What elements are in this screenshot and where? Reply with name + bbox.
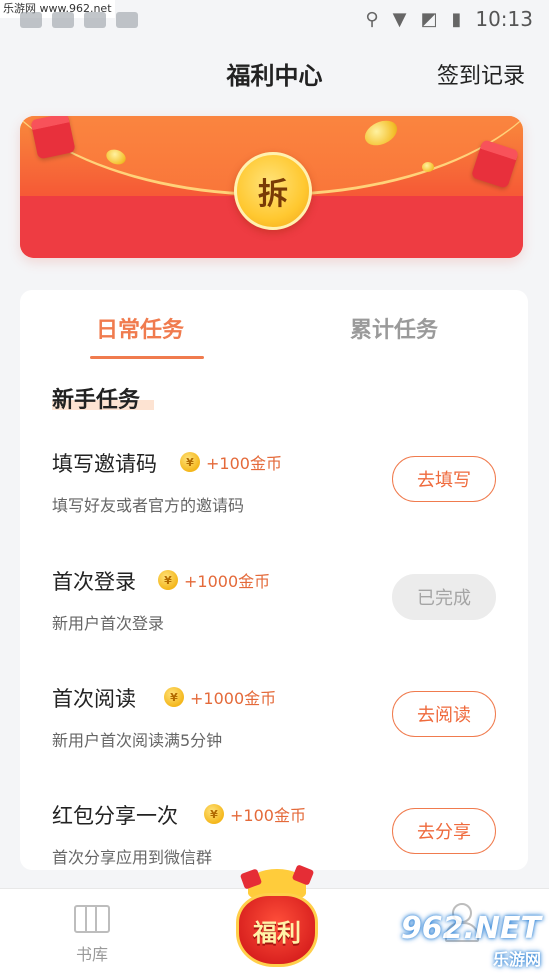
reward-amount: +1000金币 <box>190 689 277 708</box>
nav-label-library: 书库 <box>75 945 108 964</box>
section-title-text: 新手任务 <box>52 388 141 413</box>
reward-amount: +100金币 <box>230 806 306 825</box>
task-row: 首次阅读 ¥ +1000金币 新用户首次阅读满5分钟 去阅读 <box>20 683 528 783</box>
books-icon <box>74 905 110 933</box>
active-tab-indicator <box>90 356 204 359</box>
bottom-nav: 书库 福利 962.NET 乐游网 <box>0 864 549 976</box>
reward-amount: +1000金币 <box>184 572 271 591</box>
nav-item-library[interactable]: 书库 <box>60 905 124 965</box>
task-name: 首次阅读 <box>52 687 136 711</box>
coin-icon: ¥ <box>164 687 184 707</box>
task-row: 填写邀请码 ¥ +100金币 填写好友或者官方的邀请码 去填写 <box>20 448 528 548</box>
completed-button[interactable]: 已完成 <box>392 574 496 620</box>
task-reward: ¥ +100金币 <box>180 450 282 474</box>
tab-daily-tasks[interactable]: 日常任务 <box>96 312 184 344</box>
fill-invite-code-button[interactable]: 去填写 <box>392 456 496 502</box>
notification-icon <box>20 12 42 28</box>
no-signal-icon: ◩ <box>420 8 438 30</box>
page-header: 福利中心 签到记录 <box>0 44 549 104</box>
watermark-logo: 962.NET 乐游网 <box>401 911 541 970</box>
task-description: 新用户首次登录 <box>52 614 165 633</box>
notification-icon <box>84 12 106 28</box>
notification-icon <box>116 12 138 28</box>
reward-amount: +100金币 <box>206 454 282 473</box>
red-packet-banner[interactable]: 拆 <box>20 116 523 258</box>
task-name: 首次登录 <box>52 570 136 594</box>
go-share-button[interactable]: 去分享 <box>392 808 496 854</box>
checkin-records-link[interactable]: 签到记录 <box>437 58 525 90</box>
task-name: 红包分享一次 <box>52 804 178 828</box>
coin-icon: ¥ <box>158 570 178 590</box>
status-bar: 乐游网 www.962.net ⚲ ▼ ◩ ▮ 10:13 <box>0 0 549 38</box>
lucky-bag-icon: 福利 <box>236 893 318 967</box>
red-envelope-icon <box>30 116 76 160</box>
task-reward: ¥ +1000金币 <box>158 568 270 592</box>
task-row: 首次登录 ¥ +1000金币 新用户首次登录 已完成 <box>20 566 528 666</box>
watermark-logo-sub: 乐游网 <box>492 950 541 969</box>
battery-icon: ▮ <box>451 8 462 30</box>
go-read-button[interactable]: 去阅读 <box>392 691 496 737</box>
gold-coin-icon <box>422 162 434 172</box>
location-icon: ⚲ <box>365 8 379 30</box>
wifi-icon: ▼ <box>392 8 407 30</box>
task-card: 日常任务 累计任务 新手任务 填写邀请码 ¥ +100金币 填写好友或者官方的邀… <box>20 290 528 870</box>
notification-icon <box>52 12 74 28</box>
clock: 10:13 <box>475 7 533 31</box>
task-reward: ¥ +100金币 <box>204 802 306 826</box>
notification-icons <box>20 12 138 28</box>
coin-icon: ¥ <box>180 452 200 472</box>
coin-icon: ¥ <box>204 804 224 824</box>
tab-cumulative-tasks[interactable]: 累计任务 <box>350 312 438 344</box>
open-red-packet-button[interactable]: 拆 <box>234 152 312 230</box>
task-name: 填写邀请码 <box>52 452 157 476</box>
task-row: 红包分享一次 ¥ +100金币 首次分享应用到微信群 去分享 <box>20 800 528 870</box>
task-reward: ¥ +1000金币 <box>164 685 276 709</box>
watermark-logo-text: 962.NET <box>400 911 541 946</box>
section-title: 新手任务 <box>52 382 140 414</box>
task-description: 填写好友或者官方的邀请码 <box>52 496 245 515</box>
task-description: 首次分享应用到微信群 <box>52 848 213 867</box>
nav-item-welfare[interactable]: 福利 <box>232 863 322 971</box>
task-description: 新用户首次阅读满5分钟 <box>52 731 223 750</box>
